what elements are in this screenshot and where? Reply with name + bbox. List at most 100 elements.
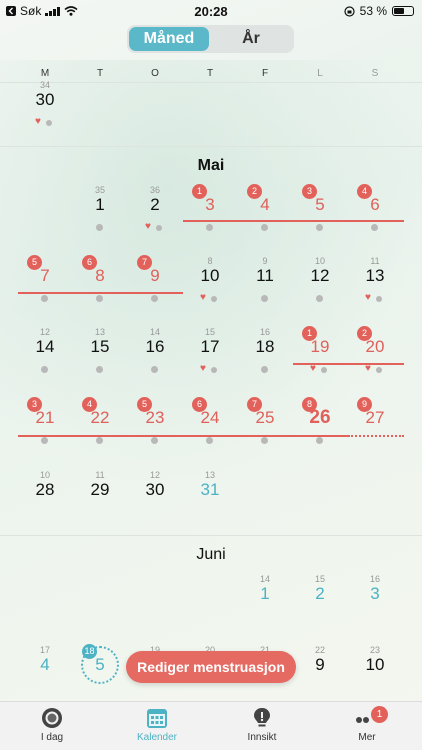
more-dots-icon: 1 [354, 706, 388, 730]
calendar-day[interactable]: 3 21 [20, 397, 70, 452]
note-dot-icon [321, 367, 327, 373]
cycle-day-label: 14 [259, 574, 270, 584]
today-day-number: 26 [309, 407, 331, 428]
note-dot-icon [211, 367, 217, 373]
month-title-june: Juni [196, 546, 226, 563]
calendar-day[interactable]: 12 14 [20, 327, 70, 381]
cycle-day-label: 12 [149, 470, 160, 480]
calendar-day[interactable]: 18 5 [75, 644, 125, 699]
calendar-day[interactable]: 10 28 [20, 470, 70, 524]
day-number: 4 [40, 655, 50, 674]
calendar-day[interactable]: 8 10 ♥ [185, 256, 235, 310]
day-number: 1 [260, 584, 270, 603]
cycle-day-label: 36 [149, 185, 160, 195]
calendar-day[interactable]: 34 30 ♥ [20, 80, 70, 134]
day-number: 18 [255, 337, 275, 356]
period-bar [18, 435, 348, 437]
note-dot-icon [316, 295, 323, 302]
note-dot-icon [151, 437, 158, 444]
calendar-day[interactable]: 1 19 ♥ [295, 326, 345, 381]
tab-today[interactable]: I dag [12, 706, 92, 743]
tab-label: Mer [358, 732, 376, 743]
day-number: 15 [90, 337, 110, 356]
calendar-day[interactable]: 15 17 ♥ [185, 327, 235, 381]
note-dot-icon [41, 366, 48, 373]
day-number: 3 [370, 584, 380, 603]
cycle-day-label: 9 [262, 256, 268, 266]
cycle-day-label: 35 [94, 185, 105, 195]
calendar-day[interactable]: 16 3 [350, 574, 400, 628]
day-number: 23 [145, 408, 165, 427]
calendar-day[interactable]: 14 1 [240, 574, 290, 628]
note-dot-icon [261, 437, 268, 444]
cycle-day-label: 13 [204, 470, 215, 480]
calendar-day[interactable]: 14 16 [130, 327, 180, 381]
note-dot-icon [151, 295, 158, 302]
calendar-day[interactable]: 5 23 [130, 397, 180, 452]
calendar-day[interactable]: 35 [295, 184, 345, 239]
predicted-period-bar [348, 435, 404, 437]
calendar-day[interactable]: 2 20 ♥ [350, 326, 400, 381]
view-switch: Måned År [127, 25, 294, 53]
day-number: 10 [365, 655, 385, 674]
more-badge: 1 [371, 706, 388, 723]
tab-bar: I dag Kalender Innsikt 1 Mer [0, 701, 422, 750]
period-bar [18, 292, 183, 294]
tab-more[interactable]: 1 Mer [327, 706, 407, 743]
calendar-day[interactable]: 57 [20, 255, 70, 310]
calendar-day[interactable]: 8 26 [295, 397, 345, 452]
calendar-day[interactable]: 9 11 [240, 256, 290, 310]
calendar-day[interactable]: 35 1 [75, 185, 125, 239]
note-dot-icon [261, 295, 268, 302]
calendar-day[interactable]: 9 27 [350, 397, 400, 452]
calendar-day[interactable]: 13 15 [75, 327, 125, 381]
calendar-day[interactable]: 15 2 [295, 574, 345, 628]
day-number: 1 [95, 195, 105, 214]
cycle-day-label: 22 [314, 645, 325, 655]
cycle-day-label: 8 [207, 256, 213, 266]
cycle-day-label: 23 [369, 645, 380, 655]
calendar-day[interactable]: 10 12 [295, 256, 345, 310]
note-dot-icon [96, 366, 103, 373]
calendar-day[interactable]: 13 [185, 184, 235, 239]
tab-year[interactable]: År [211, 27, 291, 51]
calendar-day[interactable]: 12 30 [130, 470, 180, 524]
calendar-day[interactable]: 36 2 ♥ [130, 185, 180, 239]
calendar-day[interactable]: 11 29 [75, 470, 125, 524]
calendar-day[interactable]: 13 31 [185, 470, 235, 524]
calendar-day[interactable]: 16 18 [240, 327, 290, 381]
weekday-label: T [96, 68, 104, 79]
cycle-day-label: 14 [149, 327, 160, 337]
note-dot-icon [96, 224, 103, 231]
edit-period-button[interactable]: Rediger menstruasjon [126, 651, 296, 683]
day-number: 5 [315, 195, 325, 214]
day-number: 29 [90, 480, 110, 499]
note-dot-icon [96, 437, 103, 444]
note-dot-icon [316, 437, 323, 444]
calendar-day[interactable]: 23 10 [350, 645, 400, 699]
battery-icon [392, 6, 414, 16]
day-number: 7 [40, 266, 50, 285]
tab-month[interactable]: Måned [129, 27, 209, 51]
cycle-day-label: 12 [39, 327, 50, 337]
tab-insight[interactable]: Innsikt [222, 706, 302, 743]
calendar-day[interactable]: 79 [130, 255, 180, 310]
calendar-day[interactable]: 4 22 [75, 397, 125, 452]
day-number: 19 [310, 337, 330, 356]
calendar-day[interactable]: 11 13 ♥ [350, 256, 400, 310]
day-number: 20 [365, 337, 385, 356]
tab-calendar[interactable]: Kalender [117, 706, 197, 743]
calendar-day[interactable]: 68 [75, 255, 125, 310]
heart-icon: ♥ [35, 116, 41, 127]
calendar-day[interactable]: 7 25 [240, 397, 290, 452]
note-dot-icon [261, 366, 268, 373]
weekday-label: O [151, 68, 159, 79]
cycle-day-label: 13 [94, 327, 105, 337]
calendar-day[interactable]: 24 [240, 184, 290, 239]
calendar-day[interactable]: 17 4 [20, 645, 70, 699]
tab-label: Innsikt [247, 732, 277, 743]
calendar-day[interactable]: 46 [350, 184, 400, 239]
calendar-day[interactable]: 6 24 [185, 397, 235, 452]
cycle-day-label: 10 [39, 470, 50, 480]
calendar-day[interactable]: 22 9 [295, 645, 345, 699]
